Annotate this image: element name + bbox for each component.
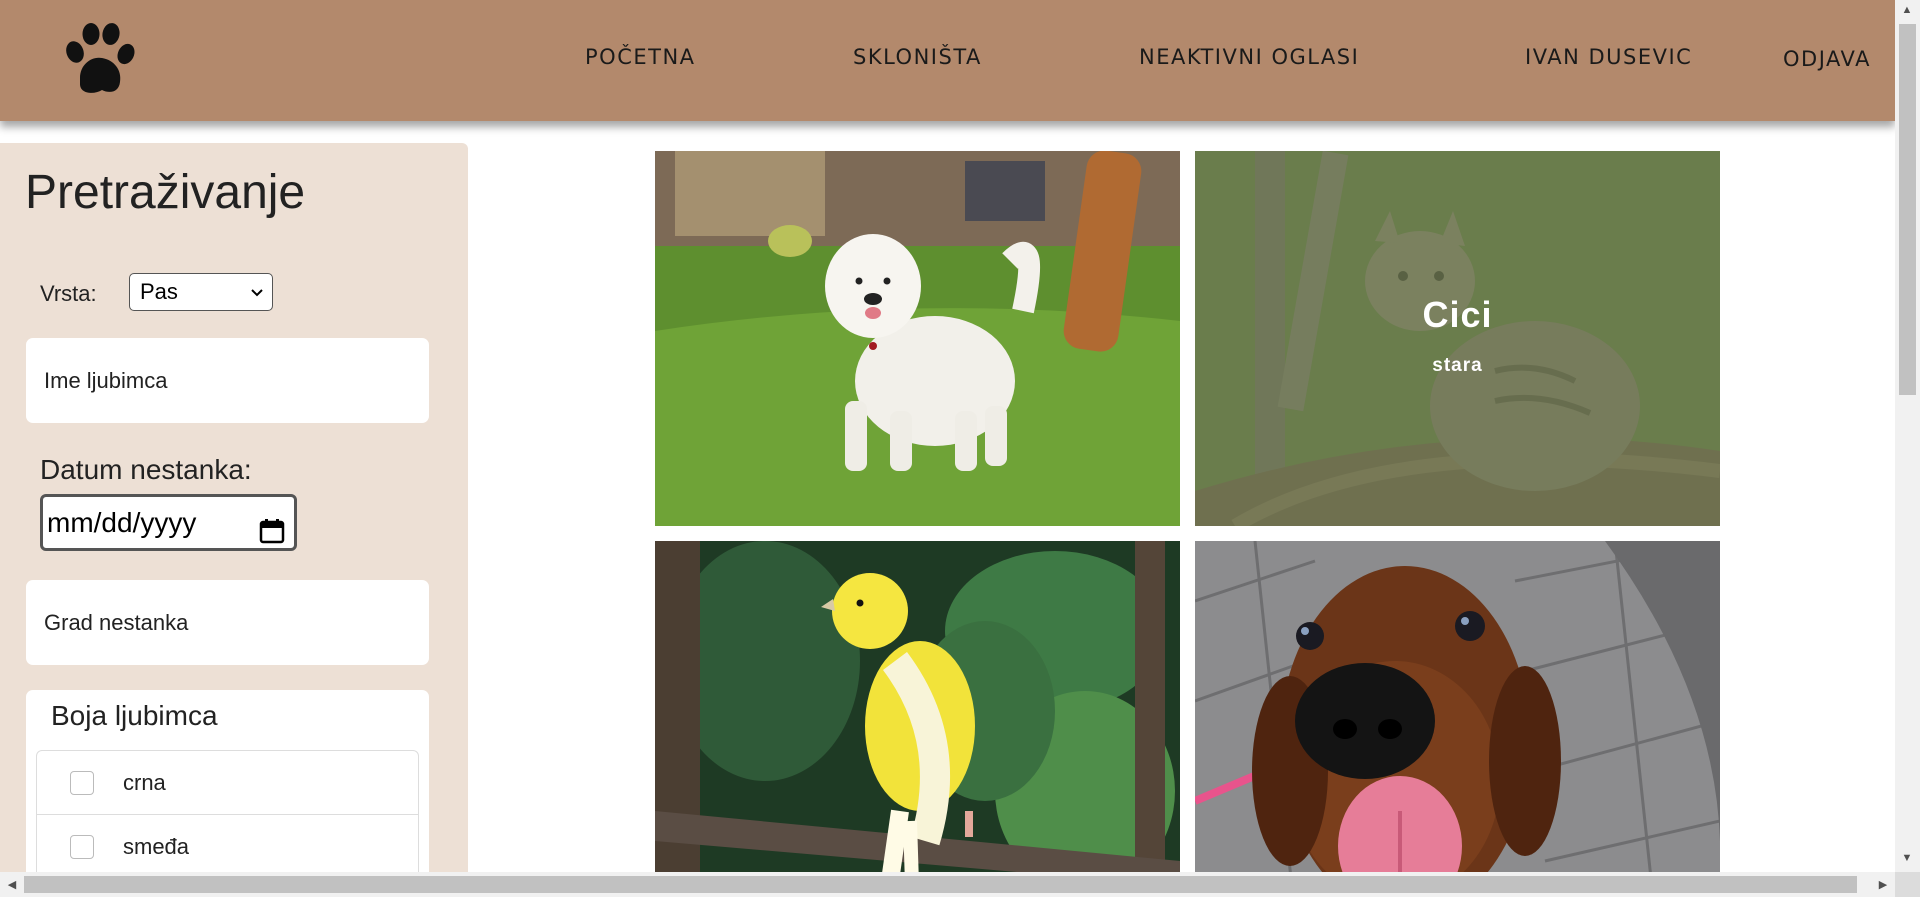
color-option-label: crna <box>123 770 166 795</box>
date-placeholder: mm/dd/yyyy <box>47 507 197 538</box>
scroll-down-icon[interactable]: ▼ <box>1899 852 1915 864</box>
white-dog-photo <box>655 151 1180 526</box>
vertical-scrollbar[interactable]: ▲ ▼ <box>1895 0 1920 872</box>
card-hover-overlay <box>1195 151 1720 526</box>
horizontal-scroll-thumb[interactable] <box>24 876 1857 893</box>
brown-dachshund-photo <box>1195 541 1720 872</box>
yellow-canary-photo <box>655 541 1180 872</box>
color-option-smeda[interactable]: smeđa <box>37 815 418 872</box>
scrollbar-corner <box>1895 872 1920 897</box>
search-sidebar: Pretraživanje Vrsta: Pas Ime ljubimca Da… <box>0 143 468 872</box>
scroll-up-icon[interactable]: ▲ <box>1899 4 1915 16</box>
color-filter-title: Boja ljubimca <box>51 700 218 731</box>
paw-icon[interactable] <box>64 22 136 98</box>
city-input[interactable]: Grad nestanka <box>26 580 429 665</box>
color-options-list: crna smeđa <box>36 750 419 872</box>
vrsta-label: Vrsta: <box>40 281 97 306</box>
scroll-right-icon[interactable]: ▶ <box>1875 878 1891 891</box>
vrsta-select[interactable]: Pas <box>129 273 273 311</box>
nav-user-name[interactable]: IVAN DUSEVIC <box>1525 45 1692 69</box>
color-option-crna[interactable]: crna <box>37 751 418 815</box>
site-header: POČETNA SKLONIŠTA NEAKTIVNI OGLASI IVAN … <box>0 0 1895 121</box>
pet-card-white-dog[interactable] <box>655 151 1180 526</box>
horizontal-scrollbar[interactable]: ◀ ▶ <box>0 872 1895 897</box>
color-filter-card: Boja ljubimca crna smeđa <box>26 690 429 872</box>
pet-card-dachshund[interactable] <box>1195 541 1720 872</box>
nav-odjava[interactable]: ODJAVA <box>1783 47 1871 71</box>
scroll-left-icon[interactable]: ◀ <box>4 878 20 891</box>
pet-name-input[interactable]: Ime ljubimca <box>26 338 429 423</box>
pet-name: Cici <box>1422 294 1493 335</box>
calendar-icon[interactable] <box>259 509 285 544</box>
nav-pocetna[interactable]: POČETNA <box>585 45 696 69</box>
chevron-down-icon <box>250 276 264 324</box>
nav-neaktivni-oglasi[interactable]: NEAKTIVNI OGLASI <box>1139 45 1359 69</box>
pet-subtitle: stara <box>1432 355 1483 376</box>
vrsta-select-value: Pas <box>140 279 178 304</box>
color-option-label: smeđa <box>123 834 190 859</box>
sidebar-title: Pretraživanje <box>25 166 306 219</box>
nav-sklonista[interactable]: SKLONIŠTA <box>853 45 982 69</box>
checkbox-crna[interactable] <box>70 771 94 795</box>
vertical-scroll-thumb[interactable] <box>1899 24 1916 395</box>
checkbox-smeda[interactable] <box>70 835 94 859</box>
pet-card-cici[interactable]: Cici stara <box>1195 151 1720 526</box>
datum-label: Datum nestanka: <box>40 454 252 485</box>
page-viewport: POČETNA SKLONIŠTA NEAKTIVNI OGLASI IVAN … <box>0 0 1895 872</box>
date-input[interactable]: mm/dd/yyyy <box>40 494 297 551</box>
pet-card-canary[interactable] <box>655 541 1180 872</box>
